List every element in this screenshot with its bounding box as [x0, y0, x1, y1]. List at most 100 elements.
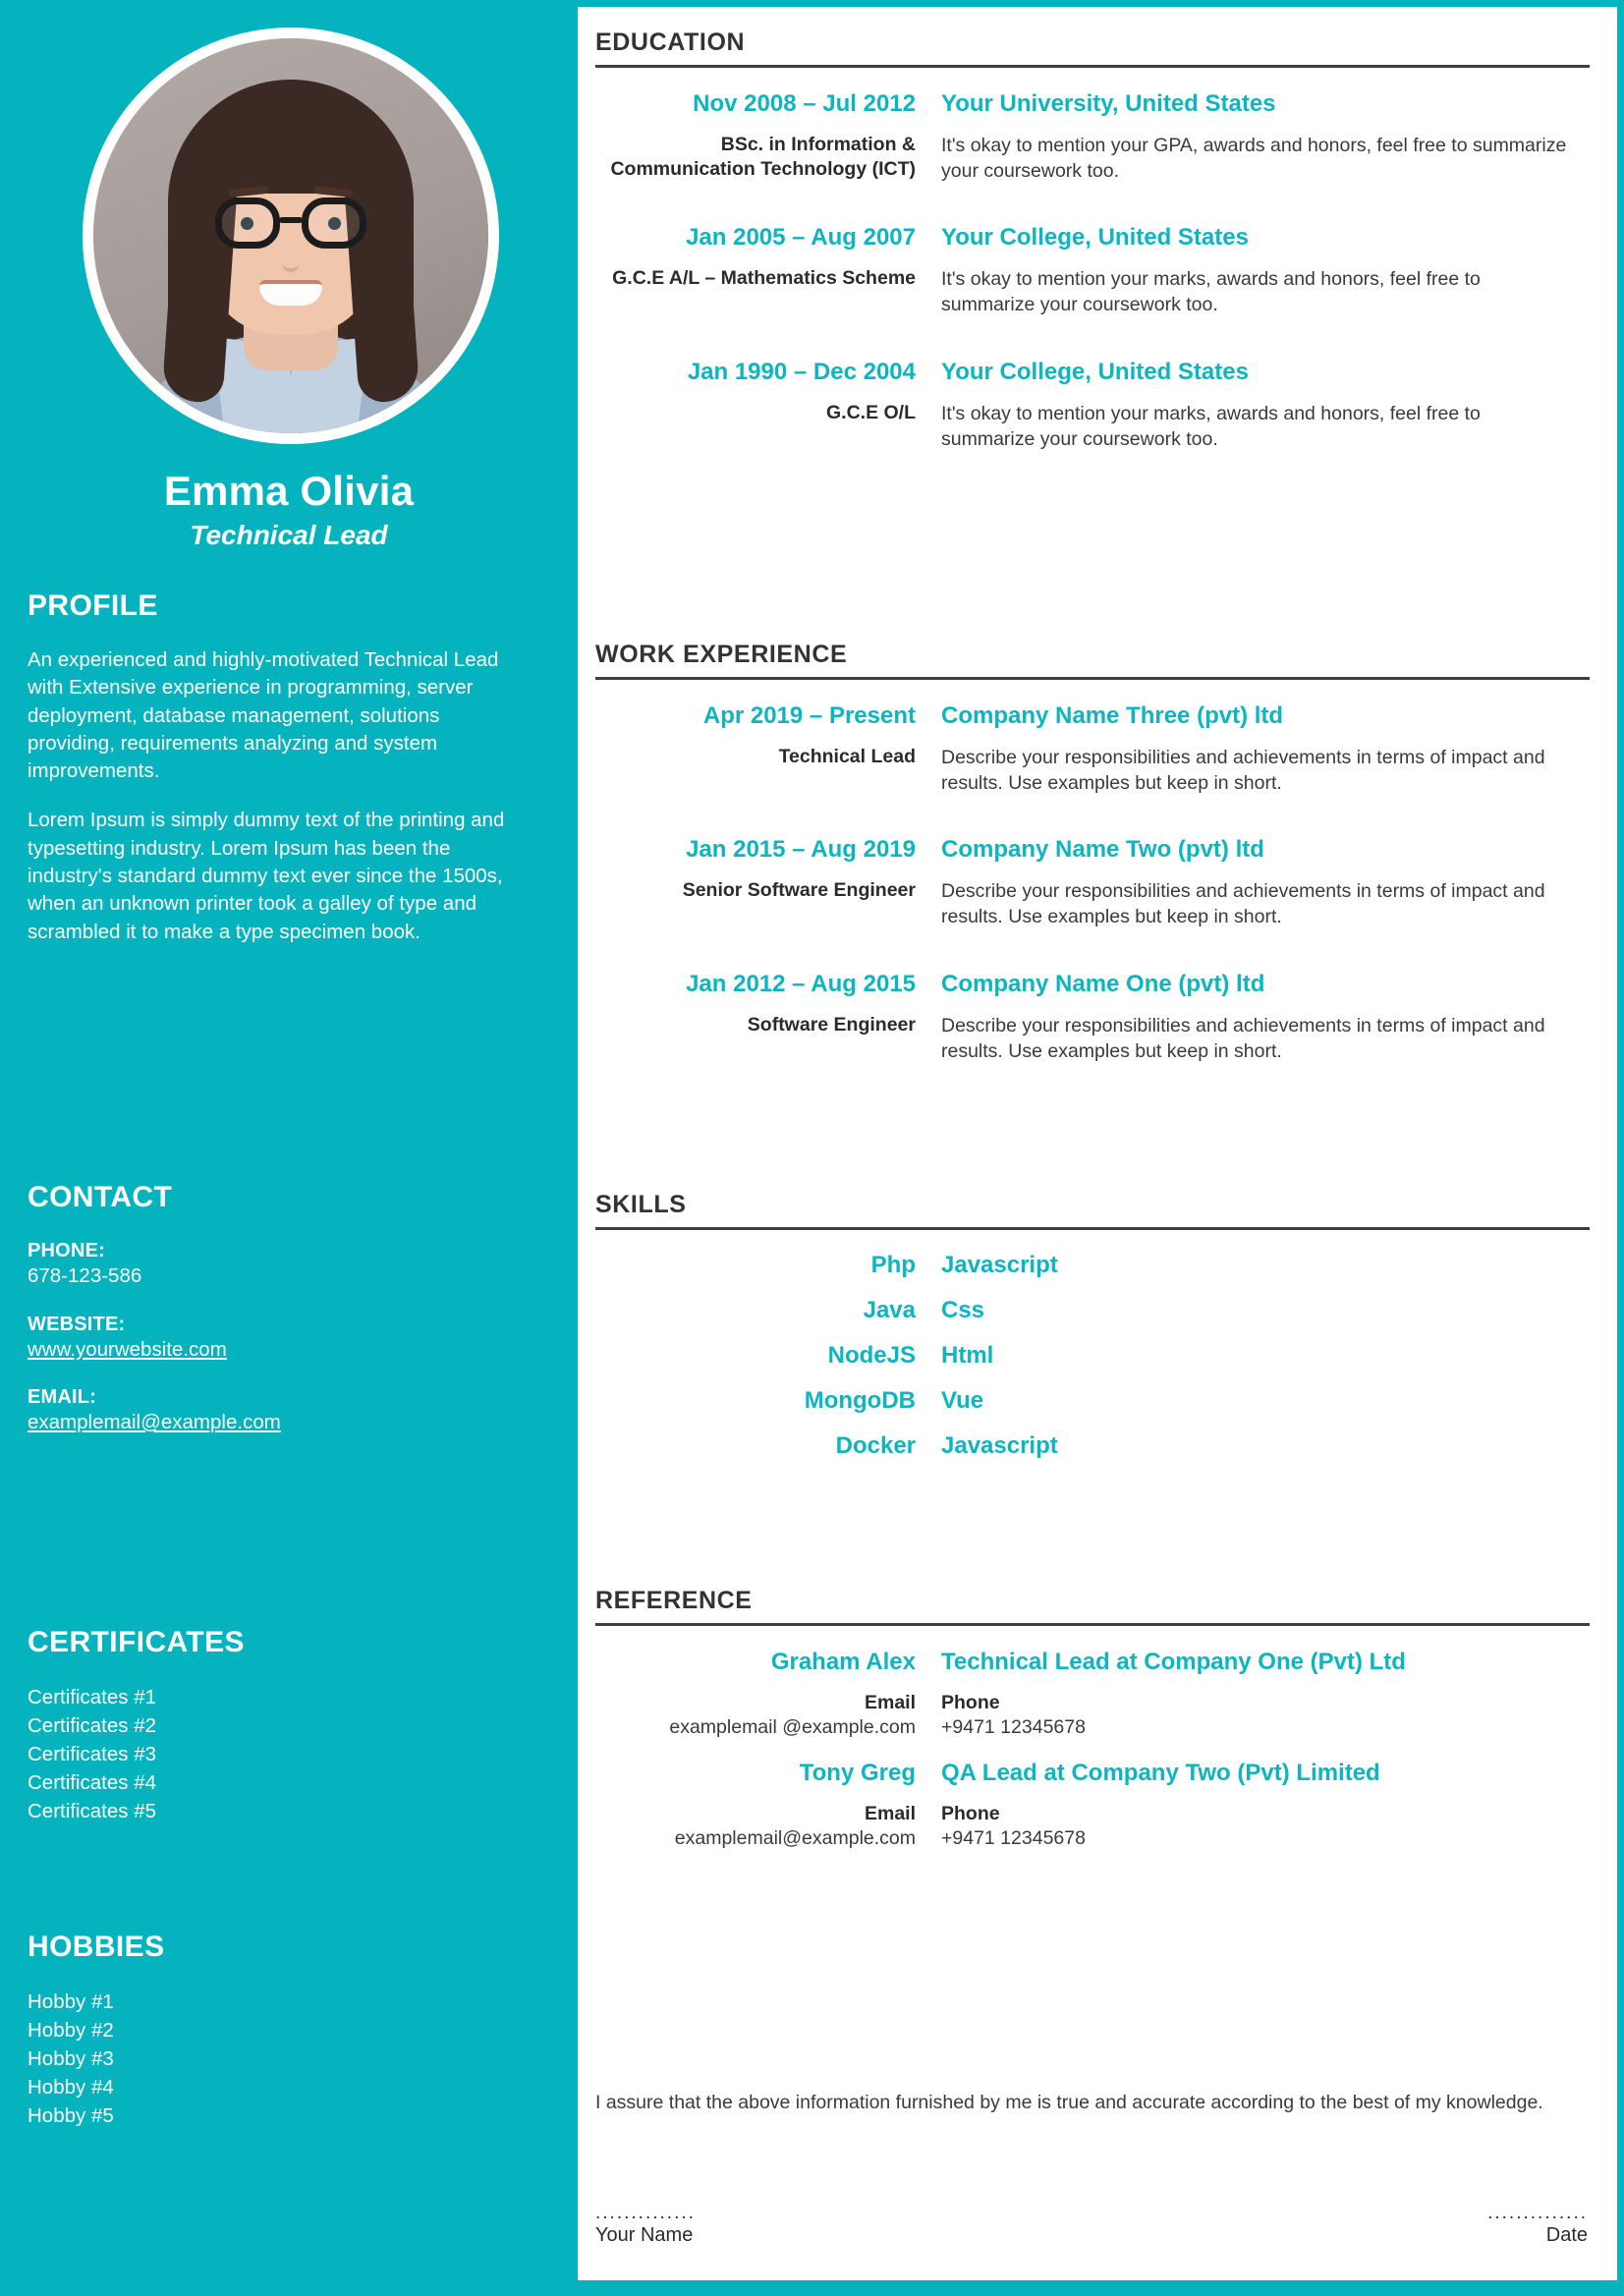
skill-item: Php	[870, 1252, 916, 1278]
skill-row: Java Css	[595, 1297, 1590, 1324]
contact-field-email: EMAIL: examplemail@example.com	[28, 1384, 550, 1436]
work-entry: Apr 2019 – Present Company Name Three (p…	[595, 701, 1590, 796]
education-entry: Jan 1990 – Dec 2004 Your College, United…	[595, 358, 1590, 452]
identity-block: Emma Olivia Technical Lead	[0, 468, 578, 551]
skill-item: Css	[941, 1297, 985, 1323]
entry-description: Describe your responsibilities and achie…	[941, 747, 1545, 795]
entry-date: Apr 2019 – Present	[702, 702, 916, 729]
entry-date: Jan 1990 – Dec 2004	[687, 358, 916, 385]
contact-field-website: WEBSITE: www.yourwebsite.com	[28, 1312, 550, 1364]
skill-row: MongoDB Vue	[595, 1387, 1590, 1415]
entry-organization: Company Name One (pvt) ltd	[941, 970, 1265, 997]
profile-photo	[93, 38, 488, 433]
reference-phone-value: +9471 12345678	[941, 1827, 1086, 1850]
section-divider	[595, 65, 1590, 68]
entry-description: It's okay to mention your GPA, awards an…	[941, 135, 1567, 183]
reference-phone-value: +9471 12345678	[941, 1716, 1086, 1739]
entry-subtitle: G.C.E A/L – Mathematics Scheme	[612, 267, 916, 290]
section-work-experience: WORK EXPERIENCE Apr 2019 – Present Compa…	[595, 641, 1590, 1070]
list-item: Hobby #2	[28, 2019, 114, 2043]
reference-name: Tony Greg	[799, 1759, 916, 1786]
skill-row: Docker Javascript	[595, 1432, 1590, 1460]
reference-entry: Graham Alex Technical Lead at Company On…	[595, 1648, 1590, 1741]
list-item: Certificates #1	[28, 1686, 157, 1708]
entry-organization: Your University, United States	[941, 90, 1276, 117]
signature-name-label: Your Name	[595, 2224, 694, 2246]
contact-field-phone: PHONE: 678-123-586	[28, 1238, 550, 1290]
work-heading: WORK EXPERIENCE	[595, 641, 848, 668]
skill-item: Javascript	[941, 1252, 1058, 1278]
certificates-heading: CERTIFICATES	[28, 1626, 245, 1658]
person-role: Technical Lead	[190, 520, 388, 551]
resume-page: Emma Olivia Technical Lead PROFILE An ex…	[0, 0, 1624, 2296]
dotted-line: ..............	[1487, 2205, 1588, 2220]
work-entry: Jan 2012 – Aug 2015 Company Name One (pv…	[595, 970, 1590, 1064]
list-item: Hobby #3	[28, 2047, 114, 2071]
reference-email-value: examplemail @example.com	[669, 1716, 916, 1739]
reference-email-label: Email	[864, 1802, 916, 1824]
person-name: Emma Olivia	[163, 468, 415, 514]
sidebar-section-profile: PROFILE An experienced and highly-motiva…	[28, 589, 550, 968]
skill-item: NodeJS	[827, 1342, 916, 1369]
website-link[interactable]: www.yourwebsite.com	[28, 1337, 550, 1364]
photo-glasses-bridge	[279, 217, 303, 223]
signature-name-field: .............. Your Name	[595, 2205, 831, 2247]
sidebar-section-certificates: CERTIFICATES Certificates #1 Certificate…	[28, 1626, 550, 1826]
skill-item: Vue	[941, 1387, 984, 1414]
reference-name: Graham Alex	[770, 1649, 916, 1675]
phone-label: PHONE:	[28, 1240, 105, 1261]
photo-eye-right	[328, 217, 341, 230]
dotted-line: ..............	[595, 2205, 696, 2220]
list-item: Certificates #4	[28, 1771, 157, 1795]
profile-paragraph: Lorem Ipsum is simply dummy text of the …	[28, 809, 505, 943]
reference-phone-label: Phone	[941, 1692, 1000, 1713]
profile-paragraph: An experienced and highly-motivated Tech…	[28, 648, 499, 783]
entry-description: It's okay to mention your marks, awards …	[941, 268, 1481, 316]
entry-subtitle: BSc. in Information & Communication Tech…	[610, 134, 916, 181]
education-heading: EDUCATION	[595, 28, 746, 56]
reference-entry: Tony Greg QA Lead at Company Two (Pvt) L…	[595, 1759, 1590, 1852]
entry-subtitle: G.C.E O/L	[825, 401, 916, 423]
photo-mouth	[259, 280, 322, 306]
entry-description: Describe your responsibilities and achie…	[941, 1014, 1545, 1062]
reference-position: QA Lead at Company Two (Pvt) Limited	[941, 1759, 1380, 1786]
section-skills: SKILLS Php Javascript Java Css NodeJS Ht…	[595, 1191, 1590, 1478]
section-education: EDUCATION Nov 2008 – Jul 2012 Your Unive…	[595, 28, 1590, 458]
reference-phone-label: Phone	[941, 1802, 1000, 1824]
entry-subtitle: Technical Lead	[778, 746, 916, 767]
signature-date-label: Date	[1545, 2224, 1588, 2246]
reference-position: Technical Lead at Company One (Pvt) Ltd	[941, 1649, 1406, 1675]
email-label: EMAIL:	[28, 1386, 97, 1409]
reference-email-label: Email	[864, 1692, 916, 1713]
work-entry: Jan 2015 – Aug 2019 Company Name Two (pv…	[595, 835, 1590, 929]
phone-value: 678-123-586	[28, 1264, 142, 1287]
skill-item: MongoDB	[804, 1387, 916, 1414]
email-link[interactable]: examplemail@example.com	[28, 1410, 550, 1436]
photo-fringe	[188, 103, 394, 194]
entry-date: Jan 2005 – Aug 2007	[686, 224, 916, 252]
skill-row: NodeJS Html	[595, 1342, 1590, 1370]
main-content: EDUCATION Nov 2008 – Jul 2012 Your Unive…	[578, 0, 1624, 2296]
list-item: Hobby #4	[28, 2076, 114, 2100]
skills-heading: SKILLS	[595, 1191, 687, 1218]
skill-item: Javascript	[941, 1432, 1058, 1459]
entry-organization: Your College, United States	[941, 358, 1249, 385]
entry-date: Jan 2015 – Aug 2019	[686, 836, 916, 864]
sidebar: Emma Olivia Technical Lead PROFILE An ex…	[0, 0, 578, 2296]
photo-eye-left	[241, 217, 253, 230]
education-entry: Jan 2005 – Aug 2007 Your College, United…	[595, 223, 1590, 317]
contact-heading: CONTACT	[28, 1181, 173, 1213]
section-divider	[595, 677, 1590, 680]
entry-organization: Company Name Three (pvt) ltd	[941, 702, 1284, 729]
entry-subtitle: Software Engineer	[747, 1013, 916, 1036]
hobbies-heading: HOBBIES	[28, 1931, 165, 1963]
skill-item: Java	[863, 1297, 916, 1323]
reference-email-value: examplemail@example.com	[674, 1827, 916, 1850]
entry-description: Describe your responsibilities and achie…	[941, 880, 1545, 928]
profile-heading: PROFILE	[28, 589, 158, 622]
entry-description: It's okay to mention your marks, awards …	[941, 402, 1481, 450]
declaration-statement: I assure that the above information furn…	[595, 2092, 1543, 2113]
list-item: Certificates #5	[28, 1800, 157, 1823]
entry-date: Jan 2012 – Aug 2015	[686, 970, 916, 997]
avatar	[83, 28, 499, 444]
